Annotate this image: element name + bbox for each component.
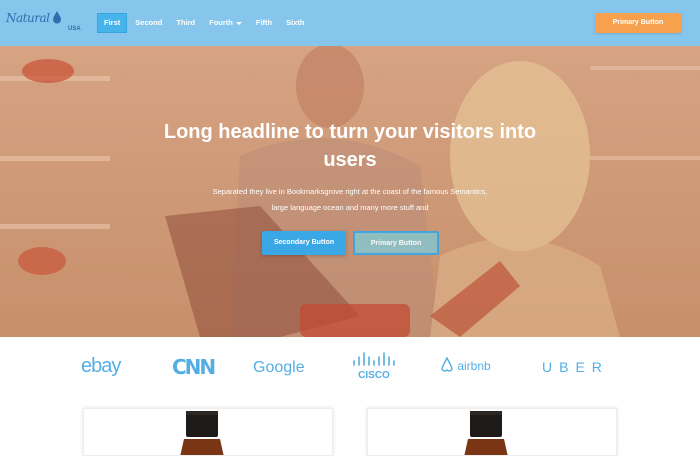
nav-label: Second: [135, 18, 163, 27]
chevron-down-icon: [235, 21, 242, 25]
nav-item-fourth[interactable]: Fourth: [203, 13, 248, 33]
nav-label: First: [104, 18, 121, 27]
nav-label: Sixth: [286, 18, 305, 27]
top-navbar: Natural USA First Second Third Fourth Fi…: [0, 0, 700, 46]
nav-item-first[interactable]: First: [97, 13, 128, 33]
hero-headline: Long headline to turn your visitors into…: [163, 121, 537, 171]
hero-secondary-button[interactable]: Secondary Button: [262, 231, 346, 255]
airbnb-wordmark: airbnb: [457, 359, 491, 373]
logo-subtext: USA: [68, 26, 81, 32]
product-card[interactable]: [367, 408, 617, 456]
nav-label: Fourth: [209, 18, 233, 27]
product-bottle-image: [180, 411, 224, 455]
hero-primary-button[interactable]: Primary Button: [353, 231, 439, 255]
nav-label: Third: [176, 18, 196, 27]
nav-label: Fifth: [255, 18, 273, 27]
water-drop-icon: [53, 11, 61, 24]
hero-subtitle: Separated they live in Bookmarksgrove ri…: [212, 187, 488, 212]
logo-wordmark: Natural: [6, 11, 50, 25]
brand-logo[interactable]: Natural USA: [6, 8, 90, 40]
cisco-logo: CISCO: [353, 352, 395, 381]
hero-section: Long headline to turn your visitors into…: [0, 46, 700, 337]
product-card[interactable]: [83, 408, 333, 456]
google-logo: Google: [253, 359, 305, 376]
airbnb-logo: airbnb: [440, 356, 491, 373]
nav-item-second[interactable]: Second: [129, 13, 168, 33]
nav-item-fifth[interactable]: Fifth: [250, 13, 278, 33]
cisco-wordmark: CISCO: [358, 370, 390, 381]
nav-item-third[interactable]: Third: [170, 13, 201, 33]
ebay-logo: ebay: [81, 355, 121, 377]
nav-item-sixth[interactable]: Sixth: [280, 13, 310, 33]
uber-logo: UBER: [542, 359, 609, 375]
product-bottle-image: [464, 411, 508, 455]
main-nav: First Second Third Fourth Fifth Sixth: [97, 13, 312, 33]
cnn-logo: CNN: [172, 355, 216, 379]
nav-primary-button[interactable]: Primary Button: [595, 13, 681, 33]
partner-logos: ebay CNN Google CISCO airbnb UBER: [0, 337, 700, 399]
airbnb-symbol-icon: [441, 356, 453, 372]
